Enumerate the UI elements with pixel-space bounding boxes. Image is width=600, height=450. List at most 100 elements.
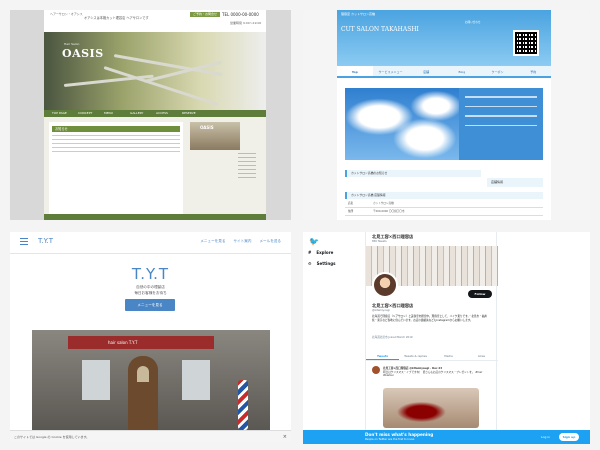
oasis-nav-item[interactable]: RESERVE xyxy=(182,110,208,117)
takahashi-shop-heading: カットサロン高橋 店舗情報 xyxy=(345,192,543,199)
tab-replies[interactable]: Tweets & replies xyxy=(399,352,432,360)
nav-settings[interactable]: ⚙ Settings xyxy=(308,261,335,266)
takahashi-news-heading: カットサロン高橋のお知らせ xyxy=(345,170,481,177)
oasis-top-desc: オアシスは本格カット理容店 ヘアサロンです xyxy=(84,16,149,20)
oasis-sidebar: OASIS xyxy=(188,118,260,214)
tab-tweets[interactable]: Tweets xyxy=(366,352,399,360)
close-icon[interactable]: × xyxy=(283,431,287,442)
tyt-link-site[interactable]: サイト案内 xyxy=(233,239,251,244)
takahashi-sky-image xyxy=(345,88,459,160)
takahashi-title[interactable]: CUT SALON TAKAHASHI xyxy=(341,26,419,33)
tyt-menu-button[interactable]: メニューを見る xyxy=(125,299,175,311)
takahashi-nav-item[interactable]: サービスメニュー xyxy=(373,66,409,76)
tab-likes[interactable]: Likes xyxy=(465,352,498,360)
takahashi-nav: Top サービスメニュー 店舗 Blog クーポン 予約 xyxy=(337,66,551,78)
screenshot-takahashi: 理容室 カットサロン高橋 CUT SALON TAKAHASHI お問い合わせ … xyxy=(303,10,590,220)
oasis-main-content: お知らせ xyxy=(49,122,183,214)
tyt-shop-photo: hair salon T.Y.T xyxy=(32,330,270,430)
signup-banner: Don't miss what's happening People on Tw… xyxy=(303,430,590,444)
oasis-nav-item[interactable]: MENU xyxy=(104,110,130,117)
takahashi-nav-item[interactable]: 店舗 xyxy=(408,66,444,76)
text-line xyxy=(52,150,180,152)
table-value: 〒000-0000 〇〇県〇〇市 xyxy=(373,210,405,213)
table-row: 住所 〒000-0000 〇〇県〇〇市 xyxy=(345,208,543,216)
takahashi-header: 理容室 カットサロン高橋 CUT SALON TAKAHASHI お問い合わせ xyxy=(337,10,551,66)
twitter-profile: 北見工容×西口理容店 856 Tweets Follow 北見工容×西口理容店 … xyxy=(365,232,498,432)
oasis-hero-image: Hair Salon OASIS xyxy=(44,32,266,110)
barber-pole-icon xyxy=(238,380,248,430)
takahashi-nav-item[interactable]: 予約 xyxy=(515,66,551,76)
avatar[interactable] xyxy=(372,366,380,374)
text-line xyxy=(52,138,180,140)
text-line xyxy=(465,96,537,98)
shop-window xyxy=(82,360,110,400)
takahashi-side-heading: 店舗情報 xyxy=(487,178,543,187)
text-line xyxy=(238,164,256,166)
table-key: 住所 xyxy=(348,210,354,213)
oasis-tel: TEL 0000-00-0000 xyxy=(222,12,259,17)
takahashi-nav-item[interactable]: Blog xyxy=(444,66,480,76)
text-line xyxy=(52,134,180,136)
tweet-body: 明日はクリスマス・イブですね！ 皆さんもお店のクリスマス・プレゼントを。 #ha… xyxy=(383,371,483,378)
twitter-bird-icon[interactable]: 🐦 xyxy=(309,237,319,246)
tyt-awning: hair salon T.Y.T xyxy=(68,336,214,349)
text-line xyxy=(238,168,256,170)
oasis-nav-item[interactable]: TOP PAGE xyxy=(52,110,78,117)
text-line xyxy=(465,124,537,126)
tyt-subtitle: 自然の中の理髪店 xyxy=(136,285,165,289)
oasis-logo-sub: Hair Salon xyxy=(64,42,80,46)
takahashi-info-box xyxy=(459,88,543,160)
takahashi-info[interactable]: お問い合わせ xyxy=(465,20,481,24)
oasis-contact-button[interactable]: ご予約・お問合せ xyxy=(190,12,220,17)
screenshot-tyt: T.Y.T メニューを見る サイト案内 メールを送る T.Y.T 自然の中の理髪… xyxy=(10,232,291,442)
oasis-top-small: ヘアーサロン・オアシス xyxy=(50,12,83,16)
cookie-text: このサイトでは Google の Cookie を使用しています。 xyxy=(14,435,90,439)
tweet-image[interactable] xyxy=(383,388,479,428)
oasis-nav-item[interactable]: GALLERY xyxy=(130,110,156,117)
shop-door xyxy=(128,356,158,430)
text-line xyxy=(52,142,180,144)
table-row: 店名 カットサロン高橋 xyxy=(345,200,543,208)
takahashi-small: 理容室 カットサロン高橋 xyxy=(341,12,375,16)
oasis-logo: OASIS xyxy=(62,47,104,60)
twitter-sidebar: 🐦 # Explore ⚙ Settings xyxy=(303,232,363,444)
text-line xyxy=(238,160,256,162)
nav-explore[interactable]: # Explore xyxy=(308,250,333,255)
hamburger-menu-icon[interactable] xyxy=(20,238,28,247)
cookie-banner: このサイトでは Google の Cookie を使用しています。 × xyxy=(10,430,291,442)
tyt-link-menu[interactable]: メニューを見る xyxy=(200,239,225,244)
tyt-link-mail[interactable]: メールを送る xyxy=(259,239,281,244)
login-link[interactable]: Log in xyxy=(541,433,550,441)
oasis-main-title: お知らせ xyxy=(52,126,180,132)
follow-button[interactable]: Follow xyxy=(468,290,492,298)
oasis-shop-photo: OASIS xyxy=(190,122,240,150)
oasis-topbar: ヘアーサロン・オアシス オアシスは本格カット理容店 ヘアサロンです ご予約・お問… xyxy=(44,10,266,32)
tyt-subtitle: 毎日お客様をお待ち xyxy=(134,291,167,295)
tyt-header-links: メニューを見る サイト案内 メールを送る xyxy=(200,239,281,244)
oasis-nav-item[interactable]: ACCESS xyxy=(156,110,182,117)
gear-icon: ⚙ xyxy=(308,261,312,266)
tyt-brand[interactable]: T.Y.T xyxy=(38,237,53,245)
takahashi-page: 理容室 カットサロン高橋 CUT SALON TAKAHASHI お問い合わせ … xyxy=(337,10,551,220)
oasis-nav: TOP PAGE CONCEPT MENU GALLERY ACCESS RES… xyxy=(44,110,266,117)
oasis-shop-sign: OASIS xyxy=(200,125,214,130)
text-line xyxy=(465,115,537,117)
screenshot-twitter: 🐦 # Explore ⚙ Settings 北見工容×西口理容店 856 Tw… xyxy=(303,232,590,444)
text-line xyxy=(52,146,180,148)
table-key: 店名 xyxy=(348,202,354,205)
takahashi-nav-item[interactable]: クーポン xyxy=(480,66,516,76)
avatar[interactable] xyxy=(372,272,398,298)
oasis-hours: 営業時間 9:00〜19:00 xyxy=(230,21,262,25)
signup-button[interactable]: Sign up xyxy=(559,433,579,441)
oasis-nav-item[interactable]: CONCEPT xyxy=(78,110,104,117)
profile-handle: @kitamiyougi xyxy=(372,309,390,312)
shop-window xyxy=(182,360,210,400)
tweet-count: 856 Tweets xyxy=(372,240,387,243)
qr-code-icon xyxy=(513,30,539,56)
profile-meta: 北海道北見市 Joined March 2019 xyxy=(372,336,413,339)
tab-media[interactable]: Media xyxy=(432,352,465,360)
oasis-page: ヘアーサロン・オアシス オアシスは本格カット理容店 ヘアサロンです ご予約・お問… xyxy=(44,10,266,220)
text-line xyxy=(238,156,256,158)
takahashi-nav-item[interactable]: Top xyxy=(337,66,373,76)
profile-tabs: Tweets Tweets & replies Media Likes xyxy=(366,352,498,361)
